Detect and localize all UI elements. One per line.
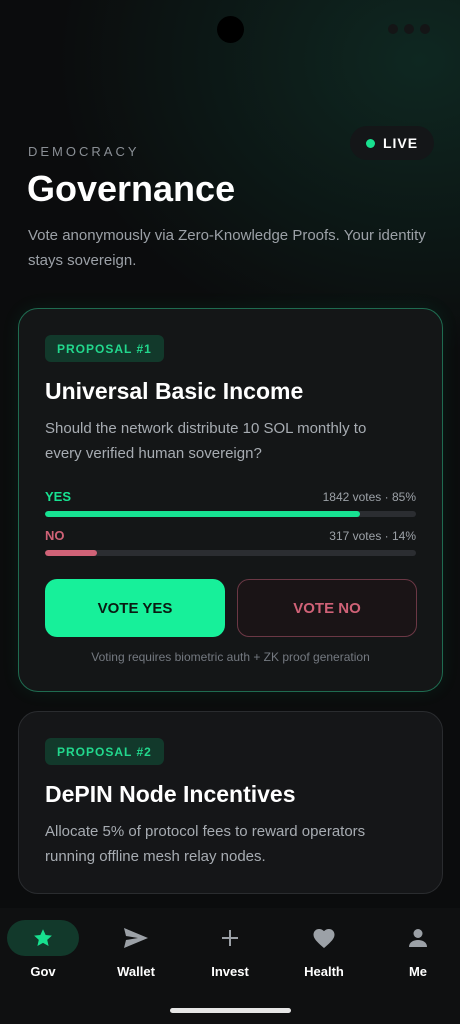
- nav-label-wallet: Wallet: [117, 964, 155, 979]
- no-vote-count: 317 votes · 14%: [329, 529, 416, 543]
- yes-progress-track: [45, 511, 416, 517]
- star-icon: [34, 929, 52, 946]
- home-indicator: [170, 1008, 291, 1013]
- page-subtitle: Vote anonymously via Zero-Knowledge Proo…: [28, 227, 426, 269]
- plus-icon: [222, 930, 238, 946]
- nav-item-health[interactable]: Health: [284, 920, 364, 990]
- proposal-tag: PROPOSAL #1: [45, 335, 164, 362]
- vote-no-button[interactable]: VOTE NO: [237, 579, 417, 637]
- live-badge: LIVE: [350, 126, 434, 160]
- live-indicator-dot: [365, 138, 375, 148]
- heart-icon: [313, 929, 335, 948]
- proposal-description: Allocate 5% of protocol fees to reward o…: [45, 823, 366, 865]
- front-camera: [217, 16, 244, 43]
- nav-item-gov[interactable]: Gov: [3, 920, 83, 990]
- nav-label-me: Me: [408, 964, 428, 979]
- proposal-description: Should the network distribute 10 SOL mon…: [45, 420, 367, 462]
- live-label: LIVE: [382, 135, 419, 151]
- nav-item-wallet[interactable]: Wallet: [96, 920, 176, 990]
- bottom-navigation: Gov Wallet Invest Health Me: [0, 908, 460, 1024]
- section-eyebrow: DEMOCRACY: [28, 144, 140, 159]
- no-label: NO: [45, 528, 65, 543]
- yes-vote-count: 1842 votes · 85%: [322, 490, 416, 504]
- status-bar: [388, 24, 430, 34]
- proposal-card-2[interactable]: PROPOSAL #2 DePIN Node Incentives Alloca…: [18, 711, 443, 894]
- proposal-title: Universal Basic Income: [45, 378, 304, 404]
- proposal-tag: PROPOSAL #2: [45, 738, 164, 765]
- yes-progress-fill: [45, 511, 361, 517]
- nav-label-gov: Gov: [30, 964, 56, 979]
- person-icon: [409, 929, 427, 947]
- yes-label: YES: [45, 489, 72, 504]
- vote-yes-button[interactable]: VOTE YES: [45, 579, 225, 637]
- governance-screen: LIVE DEMOCRACY Governance Vote anonymous…: [0, 0, 460, 1024]
- nav-item-me[interactable]: Me: [378, 920, 458, 990]
- no-progress-fill: [45, 550, 97, 556]
- nav-label-invest: Invest: [211, 964, 249, 979]
- nav-label-health: Health: [304, 964, 344, 979]
- proposal-card-1: PROPOSAL #1 Universal Basic Income Shoul…: [18, 308, 443, 692]
- proposal-title: DePIN Node Incentives: [45, 781, 296, 807]
- nav-item-invest[interactable]: Invest: [190, 920, 270, 990]
- voting-requirement-note: Voting requires biometric auth + ZK proo…: [91, 650, 370, 664]
- page-title: Governance: [27, 168, 236, 209]
- send-icon: [124, 928, 148, 948]
- no-progress-track: [45, 550, 416, 556]
